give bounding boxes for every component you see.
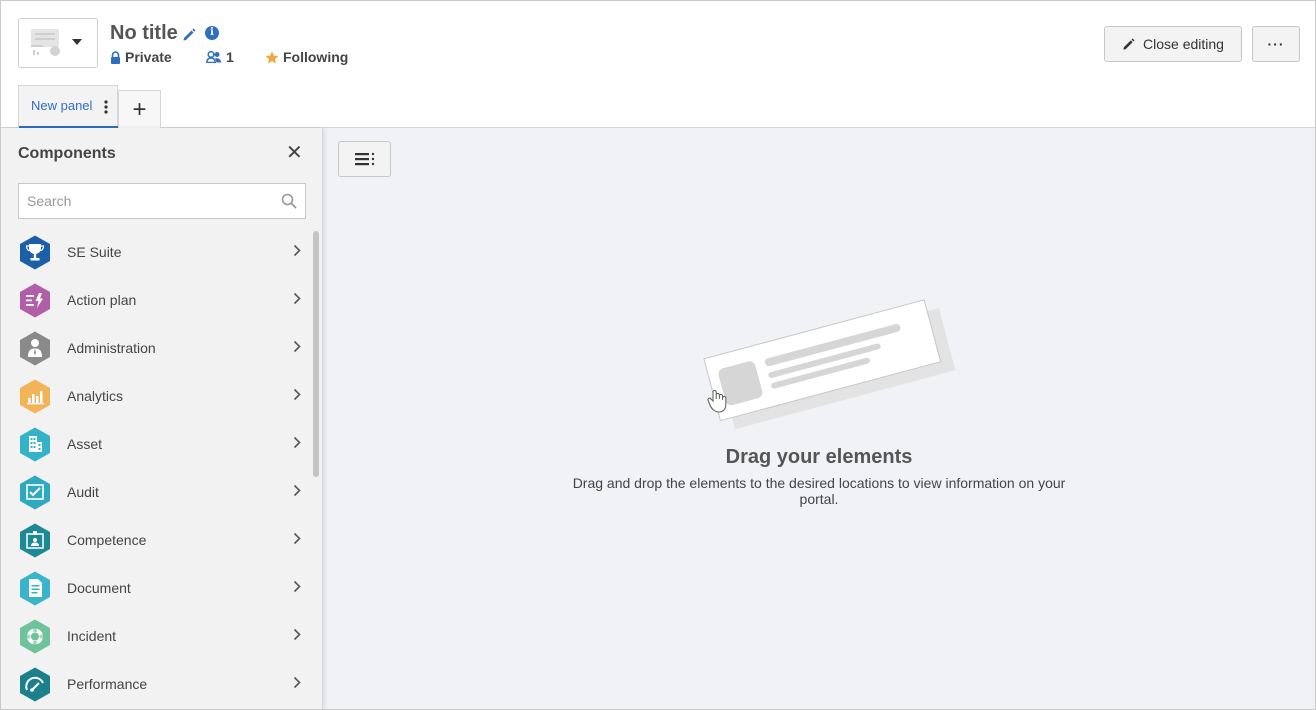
list-item-label: Audit — [67, 484, 99, 500]
chevron-right-icon — [293, 388, 301, 401]
members-count-value: 1 — [226, 49, 234, 65]
chevron-right-icon — [293, 244, 301, 257]
gauge-icon — [20, 667, 50, 702]
list-item-label: Asset — [67, 436, 103, 452]
tab-new-panel[interactable]: New panel — [18, 85, 118, 129]
chevron-down-icon — [72, 39, 82, 45]
more-options-button[interactable]: ··· — [1252, 26, 1300, 62]
list-item-label: SE Suite — [67, 244, 122, 260]
lifebuoy-icon — [20, 619, 50, 654]
list-item-incident[interactable]: Incident — [1, 612, 313, 660]
empty-state-title: Drag your elements — [725, 446, 913, 468]
edit-title-icon[interactable] — [182, 28, 196, 42]
admin-user-icon — [20, 331, 50, 366]
bar-chart-icon — [20, 379, 50, 414]
components-panel: Components ✕ SE Suite — [1, 128, 323, 709]
document-icon — [20, 571, 50, 606]
list-item-document[interactable]: Document — [1, 564, 313, 612]
search-icon[interactable] — [281, 193, 297, 209]
users-icon — [206, 51, 222, 63]
portal-image-icon — [31, 29, 60, 56]
chevron-right-icon — [293, 340, 301, 353]
empty-state-text: Drag and drop the elements to the desire… — [572, 475, 1066, 507]
chevron-right-icon — [293, 580, 301, 593]
building-icon — [20, 427, 50, 462]
list-item-performance[interactable]: Performance — [1, 660, 313, 708]
add-tab-button[interactable]: + — [118, 90, 161, 128]
page-title: No title — [110, 22, 178, 44]
list-item-administration[interactable]: Administration — [1, 324, 313, 372]
list-item-label: Competence — [67, 532, 147, 548]
audit-icon — [20, 475, 50, 510]
components-list: SE Suite Action plan Administration Anal… — [1, 228, 313, 708]
chevron-right-icon — [293, 484, 301, 497]
list-item-audit[interactable]: Audit — [1, 468, 313, 516]
trophy-icon — [20, 235, 50, 270]
components-scrollbar[interactable] — [313, 231, 319, 477]
privacy-status: Private — [110, 49, 172, 65]
portal-editor: No title i Private 1 Following Close edi… — [0, 0, 1316, 710]
chevron-right-icon — [293, 676, 301, 689]
close-editing-label: Close editing — [1143, 36, 1224, 52]
list-item-label: Analytics — [67, 388, 124, 404]
list-item-action-plan[interactable]: Action plan — [1, 276, 313, 324]
tab-label: New panel — [31, 98, 93, 113]
following-toggle[interactable]: Following — [265, 49, 348, 65]
competence-icon — [20, 523, 50, 558]
close-editing-button[interactable]: Close editing — [1104, 26, 1242, 62]
list-item-label: Action plan — [67, 292, 137, 308]
chevron-right-icon — [293, 436, 301, 449]
action-plan-icon — [20, 283, 50, 318]
tab-options-icon[interactable] — [104, 100, 108, 114]
search-input[interactable] — [19, 184, 269, 218]
following-label: Following — [283, 49, 349, 65]
portal-image-dropdown[interactable] — [18, 18, 98, 68]
list-item-asset[interactable]: Asset — [1, 420, 313, 468]
search-box — [18, 183, 306, 219]
list-menu-icon — [354, 152, 374, 166]
chevron-right-icon — [293, 628, 301, 641]
components-title: Components — [18, 145, 116, 162]
list-item-label: Administration — [67, 340, 156, 356]
list-item-label: Incident — [67, 628, 117, 644]
list-item-label: Document — [67, 580, 131, 596]
list-item-analytics[interactable]: Analytics — [1, 372, 313, 420]
list-item-competence[interactable]: Competence — [1, 516, 313, 564]
list-item-label: Performance — [67, 676, 148, 692]
info-icon[interactable]: i — [205, 26, 219, 40]
privacy-label: Private — [125, 49, 172, 65]
members-count[interactable]: 1 — [206, 49, 234, 65]
pencil-icon — [1123, 37, 1135, 50]
close-icon[interactable]: ✕ — [286, 143, 303, 163]
header: No title i Private 1 Following Close edi… — [1, 1, 1315, 129]
layout-menu-button[interactable] — [338, 141, 391, 177]
chevron-right-icon — [293, 292, 301, 305]
lock-icon — [111, 50, 120, 64]
chevron-right-icon — [293, 532, 301, 545]
drag-card-illustration — [703, 299, 956, 430]
star-icon — [265, 51, 279, 63]
list-item-se-suite[interactable]: SE Suite — [1, 228, 313, 276]
